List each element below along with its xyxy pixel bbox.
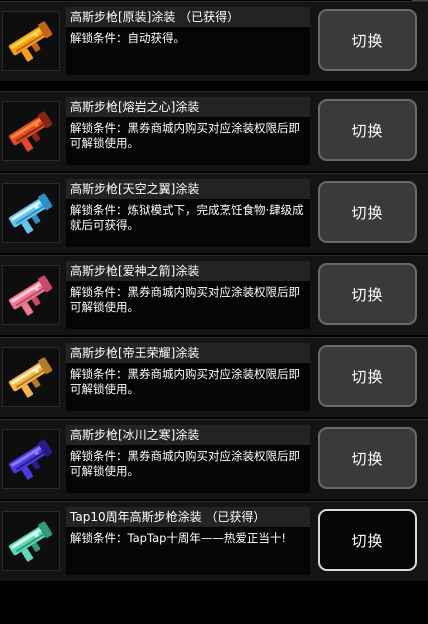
- skin-info: 高斯步枪[天空之翼]涂装 解锁条件：炼狱模式下，完成烹饪食物·肆级成就后可获得。: [66, 179, 310, 247]
- unlock-condition: 解锁条件：自动获得。: [70, 31, 185, 45]
- skin-thumbnail: [2, 429, 60, 489]
- row-divider: [0, 173, 428, 174]
- skin-row-glacier-cold: 高斯步枪[冰川之寒]涂装 解锁条件：黑券商城内购买对应涂装权限后即可解锁使用。 …: [0, 419, 428, 499]
- skin-info: 高斯步枪[帝王荣耀]涂装 解锁条件：黑券商城内购买对应涂装权限后即可解锁使用。: [66, 343, 310, 411]
- skin-title: 高斯步枪[冰川之寒]涂装: [66, 425, 310, 445]
- skin-row-original: 高斯步枪[原装]涂装 （已获得） 解锁条件：自动获得。 切换: [0, 1, 428, 81]
- skin-thumbnail: [2, 511, 60, 571]
- skin-row-sky-wing: 高斯步枪[天空之翼]涂装 解锁条件：炼狱模式下，完成烹饪食物·肆级成就后可获得。…: [0, 173, 428, 253]
- glacier-gauss-rifle-icon: [8, 439, 53, 480]
- row-divider: [0, 337, 428, 338]
- skin-info: Tap10周年高斯步枪涂装 （已获得） 解锁条件：TapTap十周年——热爱正当…: [66, 507, 310, 575]
- switch-button[interactable]: 切换: [318, 509, 417, 571]
- unlock-condition: 解锁条件：黑券商城内购买对应涂装权限后即可解锁使用。: [70, 121, 300, 150]
- row-divider: [0, 419, 428, 420]
- skin-row-lava-heart: 高斯步枪[熔岩之心]涂装 解锁条件：黑券商城内购买对应涂装权限后即可解锁使用。 …: [0, 91, 428, 171]
- row-divider: [0, 1, 428, 2]
- unlock-condition: 解锁条件：黑券商城内购买对应涂装权限后即可解锁使用。: [70, 449, 300, 478]
- row-divider: [0, 91, 428, 92]
- skin-list: 高斯步枪[原装]涂装 （已获得） 解锁条件：自动获得。 切换 高斯步枪[熔岩之心…: [0, 0, 428, 624]
- skin-thumbnail: [2, 347, 60, 407]
- skin-info: 高斯步枪[爱神之箭]涂装 解锁条件：黑券商城内购买对应涂装权限后即可解锁使用。: [66, 261, 310, 329]
- skin-title: 高斯步枪[天空之翼]涂装: [66, 179, 310, 199]
- switch-button[interactable]: 切换: [318, 427, 417, 489]
- lava-gauss-rifle-icon: [8, 111, 53, 152]
- skin-info: 高斯步枪[原装]涂装 （已获得） 解锁条件：自动获得。: [66, 7, 310, 75]
- skin-title: 高斯步枪[原装]涂装 （已获得）: [66, 7, 310, 27]
- skin-info: 高斯步枪[冰川之寒]涂装 解锁条件：黑券商城内购买对应涂装权限后即可解锁使用。: [66, 425, 310, 493]
- skin-row-cupid-arrow: 高斯步枪[爱神之箭]涂装 解锁条件：黑券商城内购买对应涂装权限后即可解锁使用。 …: [0, 255, 428, 335]
- switch-button[interactable]: 切换: [318, 345, 417, 407]
- unlock-condition: 解锁条件：黑券商城内购买对应涂装权限后即可解锁使用。: [70, 285, 300, 314]
- orange-gauss-rifle-icon: [8, 21, 53, 62]
- skin-title: Tap10周年高斯步枪涂装 （已获得）: [66, 507, 310, 527]
- skin-row-tap10-anniversary: Tap10周年高斯步枪涂装 （已获得） 解锁条件：TapTap十周年——热爱正当…: [0, 501, 428, 581]
- switch-button[interactable]: 切换: [318, 99, 417, 161]
- skin-row-royal-glory: 高斯步枪[帝王荣耀]涂装 解锁条件：黑券商城内购买对应涂装权限后即可解锁使用。 …: [0, 337, 428, 417]
- skin-info: 高斯步枪[熔岩之心]涂装 解锁条件：黑券商城内购买对应涂装权限后即可解锁使用。: [66, 97, 310, 165]
- skin-title: 高斯步枪[熔岩之心]涂装: [66, 97, 310, 117]
- switch-button[interactable]: 切换: [318, 9, 417, 71]
- row-divider: [0, 501, 428, 502]
- skin-thumbnail: [2, 11, 60, 71]
- switch-button[interactable]: 切换: [318, 263, 417, 325]
- skin-thumbnail: [2, 183, 60, 243]
- sky-gauss-rifle-icon: [8, 193, 53, 234]
- skin-title: 高斯步枪[爱神之箭]涂装: [66, 261, 310, 281]
- skin-title: 高斯步枪[帝王荣耀]涂装: [66, 343, 310, 363]
- unlock-condition: 解锁条件：TapTap十周年——热爱正当十!: [70, 531, 287, 545]
- skin-thumbnail: [2, 101, 60, 161]
- unlock-condition: 解锁条件：黑券商城内购买对应涂装权限后即可解锁使用。: [70, 367, 300, 396]
- row-divider: [0, 255, 428, 256]
- unlock-condition: 解锁条件：炼狱模式下，完成烹饪食物·肆级成就后可获得。: [70, 203, 304, 232]
- royal-gauss-rifle-icon: [8, 357, 53, 398]
- tap10-gauss-rifle-icon: [8, 521, 53, 562]
- switch-button[interactable]: 切换: [318, 181, 417, 243]
- skin-thumbnail: [2, 265, 60, 325]
- cupid-gauss-rifle-icon: [8, 275, 53, 316]
